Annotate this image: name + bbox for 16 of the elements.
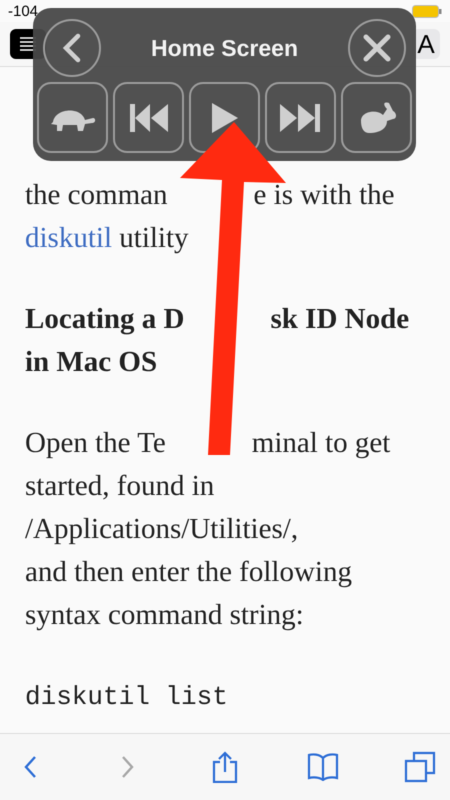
article-heading: in Mac OS — [25, 346, 158, 379]
article-text: minal to get — [252, 427, 390, 460]
signal-strength: -104 — [8, 2, 38, 20]
article-text: e is with the — [254, 179, 394, 212]
article-text: the comman — [25, 179, 168, 212]
article-heading: Locating a D — [25, 303, 184, 336]
article-text: /Applications/Utilities/, — [25, 513, 298, 546]
article-heading: sk ID Node — [270, 303, 410, 336]
code-text: diskutil list — [25, 682, 228, 712]
article-text: utility — [118, 222, 189, 255]
article-text: and then enter the following — [25, 556, 352, 589]
article-text: Open the Te — [25, 427, 166, 460]
article-text: started, found in — [25, 470, 214, 503]
article-text: syntax command string: — [25, 599, 304, 632]
article-link[interactable]: diskutil — [25, 222, 112, 255]
panel-title: Home Screen — [150, 34, 298, 62]
